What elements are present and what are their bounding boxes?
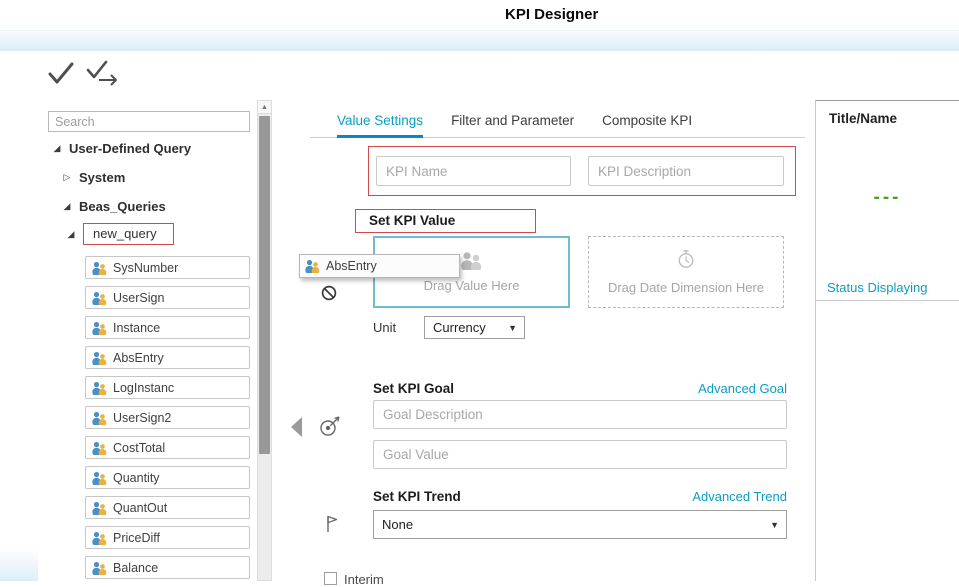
header-band — [0, 30, 959, 51]
sidebar-scrollbar[interactable]: ▲ — [257, 100, 272, 581]
field-label: UserSign — [113, 291, 164, 305]
unit-select-value: Currency — [425, 320, 508, 335]
kpi-preview-panel: Title/Name --- Status Displaying — [815, 100, 959, 581]
trend-flag-icon — [322, 513, 341, 539]
dragged-field-label: AbsEntry — [326, 259, 377, 273]
dimension-icon — [92, 471, 107, 485]
corner-decoration — [0, 548, 38, 581]
search-input[interactable] — [48, 111, 250, 132]
tree-node-new-query[interactable]: ◢ new_query — [66, 224, 174, 244]
preview-divider — [816, 300, 959, 301]
page-title: KPI Designer — [505, 6, 598, 23]
dimension-icon — [92, 321, 107, 335]
goal-value-input[interactable] — [373, 440, 787, 469]
tab-value-settings[interactable]: Value Settings — [337, 110, 423, 138]
chevron-down-icon: ▼ — [770, 520, 786, 530]
preview-title: Title/Name — [829, 111, 897, 126]
field-item-absentry[interactable]: AbsEntry — [85, 346, 250, 369]
trend-select[interactable]: None ▼ — [373, 510, 787, 539]
field-item-balance[interactable]: Balance — [85, 556, 250, 579]
field-item-costtotal[interactable]: CostTotal — [85, 436, 250, 459]
dimension-icon — [92, 501, 107, 515]
dimension-icon — [92, 291, 107, 305]
drag-status-icon — [321, 285, 337, 301]
confirm-and-next-button[interactable] — [84, 58, 122, 90]
field-label: SysNumber — [113, 261, 178, 275]
field-label: QuantOut — [113, 501, 167, 515]
dimension-icon — [92, 261, 107, 275]
field-item-usersign2[interactable]: UserSign2 — [85, 406, 250, 429]
tree-node-label: System — [79, 170, 125, 185]
kpi-name-input[interactable] — [376, 156, 571, 186]
field-item-instance[interactable]: Instance — [85, 316, 250, 339]
goal-target-icon — [318, 415, 341, 443]
tree-node-system[interactable]: ▷ System — [62, 167, 125, 187]
dimension-icon — [305, 259, 320, 273]
tree-node-label: User-Defined Query — [69, 141, 191, 156]
tree-node-user-defined-query[interactable]: ◢ User-Defined Query — [52, 138, 191, 158]
field-label: UserSign2 — [113, 411, 171, 425]
check-icon — [46, 74, 76, 89]
date-dropzone-text: Drag Date Dimension Here — [608, 280, 764, 295]
goal-description-input[interactable] — [373, 400, 787, 429]
main-tabs: Value Settings Filter and Parameter Comp… — [310, 110, 805, 138]
field-label: AbsEntry — [113, 351, 164, 365]
tab-filter-and-parameter[interactable]: Filter and Parameter — [451, 110, 574, 138]
field-label: PriceDiff — [113, 531, 160, 545]
scroll-up-icon[interactable]: ▲ — [258, 101, 271, 114]
field-label: Instance — [113, 321, 160, 335]
field-item-usersign[interactable]: UserSign — [85, 286, 250, 309]
expand-icon[interactable]: ◢ — [62, 201, 72, 212]
dragged-field-absentry[interactable]: AbsEntry — [299, 254, 460, 278]
stopwatch-icon — [676, 249, 696, 274]
confirm-button[interactable] — [42, 58, 80, 90]
collapse-icon[interactable]: ▷ — [62, 172, 72, 183]
panel-collapse-arrow[interactable] — [291, 417, 302, 437]
field-label: CostTotal — [113, 441, 165, 455]
field-item-pricediff[interactable]: PriceDiff — [85, 526, 250, 549]
dimension-icon — [92, 351, 107, 365]
unit-select[interactable]: Currency ▼ — [424, 316, 525, 339]
interim-checkbox[interactable] — [324, 572, 337, 585]
tab-composite-kpi[interactable]: Composite KPI — [602, 110, 692, 138]
unit-label: Unit — [373, 320, 396, 335]
advanced-goal-link[interactable]: Advanced Goal — [698, 381, 787, 396]
advanced-trend-link[interactable]: Advanced Trend — [692, 489, 787, 504]
field-label: Quantity — [113, 471, 160, 485]
dimension-icon — [92, 441, 107, 455]
kpi-description-input[interactable] — [588, 156, 784, 186]
scrollbar-thumb[interactable] — [259, 116, 270, 454]
set-kpi-trend-title: Set KPI Trend — [373, 489, 461, 504]
interim-label: Interim — [344, 572, 384, 587]
dimension-icon — [92, 381, 107, 395]
tree-node-label: Beas_Queries — [79, 199, 166, 214]
dimension-icon — [92, 531, 107, 545]
trend-select-value: None — [374, 517, 770, 532]
dimension-icon — [92, 561, 107, 575]
status-displaying-link[interactable]: Status Displaying — [827, 280, 927, 295]
tree-node-label-highlighted[interactable]: new_query — [83, 223, 174, 245]
expand-icon[interactable]: ◢ — [66, 229, 76, 240]
tree-node-beas-queries[interactable]: ◢ Beas_Queries — [62, 196, 166, 216]
preview-value-placeholder: --- — [816, 187, 959, 209]
field-item-loginstanc[interactable]: LogInstanc — [85, 376, 250, 399]
set-kpi-goal-title: Set KPI Goal — [373, 381, 454, 396]
field-item-quantout[interactable]: QuantOut — [85, 496, 250, 519]
field-label: Balance — [113, 561, 158, 575]
field-item-quantity[interactable]: Quantity — [85, 466, 250, 489]
date-dimension-dropzone[interactable]: Drag Date Dimension Here — [588, 236, 784, 308]
check-arrow-icon — [85, 75, 121, 90]
dimension-icon — [92, 411, 107, 425]
field-label: LogInstanc — [113, 381, 174, 395]
chevron-down-icon: ▼ — [508, 323, 524, 333]
measure-placeholder-icon — [460, 251, 484, 270]
field-item-sysnumber[interactable]: SysNumber — [85, 256, 250, 279]
expand-icon[interactable]: ◢ — [52, 143, 62, 154]
value-dropzone-text: Drag Value Here — [424, 278, 520, 293]
set-kpi-value-title: Set KPI Value — [355, 209, 536, 233]
